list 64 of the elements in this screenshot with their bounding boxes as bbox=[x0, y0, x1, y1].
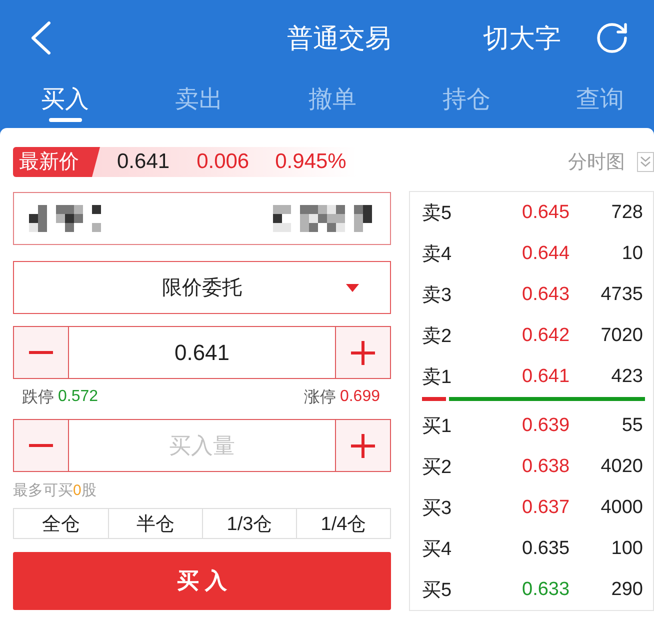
order-level-label: 卖1 bbox=[422, 366, 453, 390]
tab[interactable]: 持仓 bbox=[426, 76, 506, 124]
refresh-icon[interactable] bbox=[594, 20, 630, 56]
time-chart-toggle[interactable]: 分时图 bbox=[568, 149, 654, 175]
order-level-label: 买4 bbox=[422, 538, 453, 562]
order-price: 0.639 bbox=[522, 414, 570, 436]
minus-icon bbox=[29, 444, 53, 447]
order-volume: 4020 bbox=[600, 456, 643, 478]
order-volume: 4000 bbox=[600, 496, 643, 518]
limit-price: 0.699 bbox=[340, 388, 380, 406]
order-price: 0.635 bbox=[522, 538, 570, 560]
order-volume: 10 bbox=[622, 242, 643, 264]
order-price: 0.641 bbox=[522, 366, 570, 388]
order-level-label: 买5 bbox=[422, 578, 453, 602]
order-level-label: 卖2 bbox=[422, 324, 453, 348]
order-level-label: 买2 bbox=[422, 456, 453, 480]
order-price: 0.638 bbox=[522, 456, 570, 478]
order-volume: 423 bbox=[611, 366, 643, 388]
order-level-label: 卖3 bbox=[422, 284, 453, 308]
order-level-label: 买1 bbox=[422, 414, 453, 438]
increase-button[interactable] bbox=[335, 420, 390, 471]
plus-icon bbox=[351, 434, 375, 458]
buy-button[interactable]: 买 入 bbox=[13, 552, 391, 610]
price-change-percent: 0.945% bbox=[275, 149, 346, 175]
minus-icon bbox=[29, 351, 53, 354]
order-level-label: 卖4 bbox=[422, 242, 453, 266]
stock-field[interactable] bbox=[13, 192, 391, 245]
order-price: 0.644 bbox=[522, 242, 570, 264]
tab[interactable]: 撤单 bbox=[292, 76, 372, 124]
decrease-button[interactable] bbox=[14, 420, 69, 471]
latest-price: 0.641 bbox=[117, 149, 170, 175]
tab[interactable]: 买入 bbox=[25, 76, 105, 124]
price-change: 0.006 bbox=[196, 149, 250, 175]
plus-icon bbox=[351, 340, 375, 364]
mosaic-icon bbox=[273, 205, 372, 232]
font-size-toggle[interactable]: 切大字 bbox=[483, 22, 561, 54]
tab[interactable]: 查询 bbox=[560, 76, 640, 124]
order-volume: 55 bbox=[622, 414, 643, 436]
order-volume: 728 bbox=[611, 202, 643, 224]
max-buy-text: 最多可买0股 bbox=[13, 482, 96, 500]
order-price: 0.637 bbox=[522, 496, 570, 518]
decrease-button[interactable] bbox=[14, 327, 69, 378]
tab[interactable]: 卖出 bbox=[158, 76, 239, 124]
order-volume: 4735 bbox=[600, 284, 643, 306]
order-price: 0.633 bbox=[522, 578, 570, 600]
order-volume: 290 bbox=[611, 578, 643, 600]
increase-button[interactable] bbox=[335, 327, 390, 378]
order-volume: 7020 bbox=[600, 324, 643, 346]
quote-label: 最新价 bbox=[13, 147, 100, 177]
quantity-stepper[interactable]: 买入量 bbox=[13, 419, 391, 472]
limit-price: 0.572 bbox=[58, 388, 98, 406]
limit-label: 涨停 bbox=[304, 388, 336, 408]
order-level-label: 买3 bbox=[422, 496, 453, 520]
page-title: 普通交易 bbox=[287, 22, 391, 54]
order-price: 0.643 bbox=[522, 284, 570, 306]
order-volume: 100 bbox=[611, 538, 643, 560]
price-stepper[interactable]: 0.641 bbox=[13, 326, 391, 379]
order-level-label: 卖5 bbox=[422, 202, 453, 226]
limit-label: 跌停 bbox=[22, 388, 54, 408]
order-price: 0.642 bbox=[522, 324, 570, 346]
order-type-dropdown[interactable]: 限价委托 bbox=[13, 261, 391, 314]
order-price: 0.645 bbox=[522, 202, 570, 224]
caret-down-icon bbox=[346, 284, 359, 292]
back-icon[interactable] bbox=[30, 21, 52, 55]
